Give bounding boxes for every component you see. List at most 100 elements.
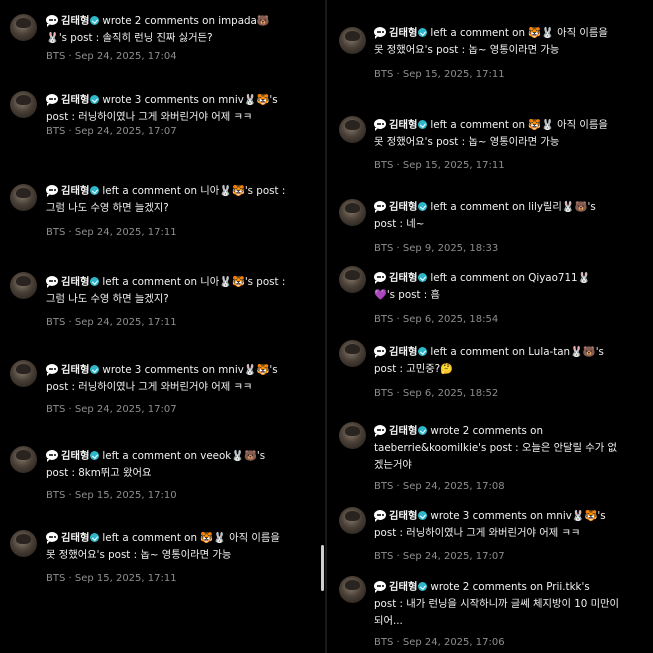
scrollbar-thumb[interactable] (321, 545, 324, 591)
comment-line-2: 💜's post : 흠 (374, 289, 441, 301)
avatar[interactable] (10, 446, 37, 473)
action-text: left a comment on Qiyao711🐰 (430, 272, 591, 284)
comment-line-2: 🐰's post : 솔직히 런닝 진짜 싫거든? (46, 32, 213, 44)
speech-bubble-icon (374, 581, 386, 593)
speech-bubble-icon (374, 201, 386, 213)
user-name[interactable]: 김태형 (389, 346, 417, 358)
timestamp: BTS · Sep 24, 2025, 17:07 (46, 126, 177, 137)
user-name[interactable]: 김태형 (389, 510, 417, 522)
avatar[interactable] (339, 199, 366, 226)
action-text: left a comment on 🐯🐰 아직 이름을 (102, 532, 280, 544)
user-name[interactable]: 김태형 (389, 581, 417, 593)
action-text: left a comment on veeok🐰🐻's (102, 450, 266, 462)
action-text: left a comment on 🐯🐰 아직 이름을 (430, 27, 608, 39)
timestamp: BTS · Sep 24, 2025, 17:04 (46, 51, 177, 62)
avatar[interactable] (10, 530, 37, 557)
avatar[interactable] (339, 27, 366, 54)
comment-line-2: 그럼 나도 수영 하면 늘겠지? (46, 202, 169, 214)
verified-badge-icon (418, 426, 428, 435)
notification-line-1: 김태형 left a comment on lily릴리🐰🐻's (374, 199, 644, 216)
comment-line-2: 못 정했어요's post : 놉~ 영통이라면 가능 (46, 549, 232, 561)
user-name[interactable]: 김태형 (61, 450, 89, 462)
notification-line-1: 김태형 wrote 3 comments on mniv🐰🐯's (46, 362, 316, 379)
timestamp: BTS · Sep 15, 2025, 17:10 (46, 490, 177, 501)
verified-badge-icon (90, 95, 100, 104)
user-name[interactable]: 김태형 (61, 15, 89, 27)
notification-line-1: 김태형 left a comment on 니아🐰🐯's post : (46, 274, 316, 291)
action-text: left a comment on 니아🐰🐯's post : (102, 276, 286, 288)
user-name[interactable]: 김태형 (389, 27, 417, 39)
notification-text: 김태형 left a comment on 니아🐰🐯's post : 그럼 나도 … (46, 274, 316, 308)
action-text: wrote 2 comments on (430, 425, 544, 437)
avatar[interactable] (339, 340, 366, 367)
action-text: left a comment on 🐯🐰 아직 이름을 (430, 119, 608, 131)
notification-line-1: 김태형 left a comment on 🐯🐰 아직 이름을 (374, 117, 644, 134)
notification-line-1: 김태형 left a comment on veeok🐰🐻's (46, 448, 316, 465)
comment-line-2: post : 네~ (374, 218, 425, 230)
user-name[interactable]: 김태형 (389, 425, 417, 437)
timestamp: BTS · Sep 24, 2025, 17:11 (46, 317, 177, 328)
notification-line-1: 김태형 wrote 3 comments on mniv🐰🐯's (46, 92, 316, 109)
notification-text: 김태형 wrote 2 comments on Prii.tkk's post : … (374, 579, 644, 630)
user-name[interactable]: 김태형 (389, 272, 417, 284)
action-text: left a comment on Lula-tan🐰🐻's (430, 346, 604, 358)
verified-badge-icon (418, 28, 428, 37)
speech-bubble-icon (46, 15, 58, 27)
notification-text: 김태형 left a comment on 🐯🐰 아직 이름을못 정했어요's p… (374, 25, 644, 59)
notification-text: 김태형 left a comment on 🐯🐰 아직 이름을못 정했어요's p… (46, 530, 316, 564)
notification-text: 김태형 wrote 3 comments on mniv🐰🐯's post : 러닝… (46, 362, 316, 396)
comment-line-2: 못 정했어요's post : 놉~ 영통이라면 가능 (374, 136, 560, 148)
notification-text: 김태형 left a comment on Qiyao711🐰 💜's post :… (374, 270, 644, 304)
timestamp: BTS · Sep 6, 2025, 18:52 (374, 388, 499, 399)
right-notification-list: 김태형 left a comment on 🐯🐰 아직 이름을 못 정했어요's p… (327, 0, 653, 653)
avatar[interactable] (339, 266, 366, 293)
user-name[interactable]: 김태형 (389, 119, 417, 131)
notification-line-1: 김태형 left a comment on 🐯🐰 아직 이름을 (46, 530, 316, 547)
verified-badge-icon (418, 202, 428, 211)
speech-bubble-icon (46, 450, 58, 462)
user-name[interactable]: 김태형 (61, 532, 89, 544)
avatar[interactable] (10, 360, 37, 387)
user-name[interactable]: 김태형 (61, 364, 89, 376)
speech-bubble-icon (374, 27, 386, 39)
avatar[interactable] (339, 507, 366, 534)
speech-bubble-icon (374, 425, 386, 437)
avatar[interactable] (10, 91, 37, 118)
comment-line-2: 그럼 나도 수영 하면 늘겠지? (46, 293, 169, 305)
action-text: wrote 3 comments on mniv🐰🐯's (102, 364, 278, 376)
speech-bubble-icon (374, 119, 386, 131)
notification-text: 김태형 left a comment on lily릴리🐰🐻's post : 네~ (374, 199, 644, 233)
action-text: wrote 2 comments on impada🐻 (102, 15, 270, 27)
speech-bubble-icon (46, 276, 58, 288)
user-name[interactable]: 김태형 (61, 276, 89, 288)
action-text: wrote 2 comments on Prii.tkk's (430, 581, 590, 593)
verified-badge-icon (90, 365, 100, 374)
notification-line-1: 김태형 left a comment on Lula-tan🐰🐻's (374, 344, 644, 361)
timestamp: BTS · Sep 24, 2025, 17:11 (46, 227, 177, 238)
verified-badge-icon (418, 347, 428, 356)
avatar[interactable] (10, 184, 37, 211)
avatar[interactable] (339, 576, 366, 603)
comment-line-2: post : 러닝하이였나 그게 와버린거야 어제 ㅋㅋ (46, 381, 253, 393)
avatar[interactable] (339, 116, 366, 143)
verified-badge-icon (90, 16, 100, 25)
avatar[interactable] (339, 422, 366, 449)
user-name[interactable]: 김태형 (61, 94, 89, 106)
avatar[interactable] (10, 14, 37, 41)
notification-line-1: 김태형 wrote 3 comments on mniv🐰🐯's (374, 508, 644, 525)
notification-line-1: 김태형 wrote 2 comments on (374, 423, 644, 440)
comment-line-2: post : 내가 런닝을 시작하니까 글쎄 체지방이 10 미만이 (374, 598, 619, 610)
comment-line-2: post : 러닝하이였나 그게 와버린거야 어제 ㅋㅋ (374, 527, 581, 539)
speech-bubble-icon (374, 272, 386, 284)
comment-line-2: 못 정했어요's post : 놉~ 영통이라면 가능 (374, 44, 560, 56)
comment-line-2: taeberrie&koomilkie's post : 오늘은 안달릴 수가 … (374, 442, 617, 454)
left-notification-list: 김태형 wrote 2 comments on impada🐻 🐰's post :… (0, 0, 326, 653)
notification-text: 김태형 wrote 3 comments on mniv🐰🐯's post : 러닝… (46, 92, 316, 126)
notification-text: 김태형 left a comment on 🐯🐰 아직 이름을못 정했어요's p… (374, 117, 644, 151)
verified-badge-icon (90, 533, 100, 542)
avatar[interactable] (10, 272, 37, 299)
timestamp: BTS · Sep 6, 2025, 18:54 (374, 314, 499, 325)
user-name[interactable]: 김태형 (61, 185, 89, 197)
user-name[interactable]: 김태형 (389, 201, 417, 213)
notification-text: 김태형 left a comment on 니아🐰🐯's post : 그럼 나도 … (46, 183, 316, 217)
